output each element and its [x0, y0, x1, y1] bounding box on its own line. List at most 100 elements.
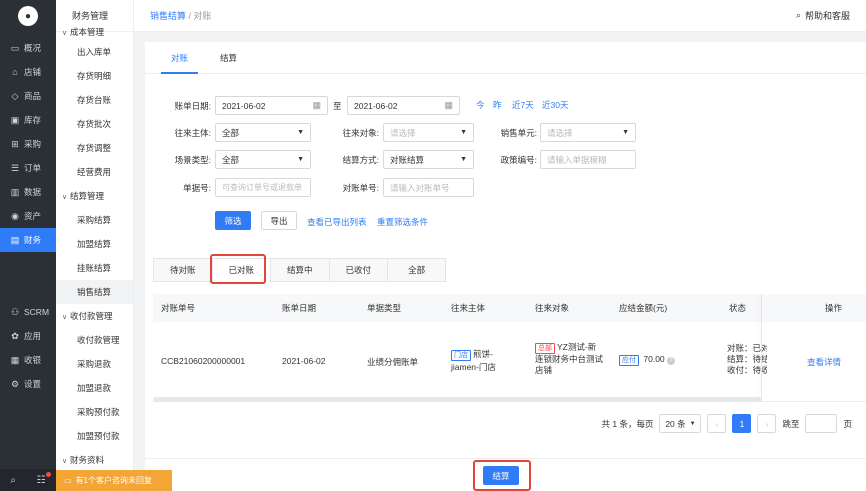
col-date: 账单日期: [282, 303, 317, 313]
reset-filter-link[interactable]: 重置筛选条件: [377, 216, 428, 228]
rail-item-warehouse[interactable]: ▣ 库存: [0, 108, 56, 132]
search-icon[interactable]: ⌕: [10, 475, 16, 486]
app-logo[interactable]: ●: [18, 6, 38, 26]
quick-today[interactable]: 今: [476, 99, 485, 111]
caret-down-icon: ▼: [297, 129, 304, 136]
status-tab-pending[interactable]: 待对账: [153, 258, 213, 282]
sidebar-item[interactable]: 挂账结算: [56, 256, 133, 280]
page-tabs: 对账 结算: [145, 42, 866, 74]
sidebar-item[interactable]: 存货调整: [56, 136, 133, 160]
sidebar-group-report[interactable]: ∨ 财务资料: [56, 448, 133, 472]
calendar-icon: ▦: [312, 100, 321, 110]
reconcile-table: 对账单号 账单日期 单据类型 往来主体 往来对象 应结金额(元) 状态 操作 C…: [153, 294, 866, 402]
store-icon: ⌂: [12, 67, 18, 77]
chevron-down-icon: ∨: [62, 194, 68, 201]
sidebar-item[interactable]: 销售结算: [56, 280, 133, 304]
scrm-icon: ⚇: [10, 306, 20, 317]
purchase-icon: ⊞: [11, 138, 19, 149]
help-button[interactable]: ⌕ 帮助和客服: [796, 9, 850, 22]
rail-item-cashier[interactable]: ▦ 收银: [0, 348, 56, 372]
recon-input[interactable]: 请输入对账单号: [383, 178, 474, 197]
rail-item-order[interactable]: ☰ 订单: [0, 156, 56, 180]
status-tab-settling[interactable]: 结算中: [270, 258, 330, 282]
row-type: 业绩分佣账单: [367, 357, 419, 367]
prev-page-button[interactable]: ‹: [707, 414, 727, 433]
recon-label: 对账单号:: [342, 183, 379, 193]
page-1-button[interactable]: 1: [732, 414, 752, 433]
status-tab-paid[interactable]: 已收付: [328, 258, 389, 282]
sidebar-item[interactable]: 加盟结算: [56, 232, 133, 256]
cashier-icon: ▦: [10, 354, 20, 365]
unit-label: 销售单元:: [500, 128, 537, 138]
rail-item-data[interactable]: ▥ 数据: [0, 180, 56, 204]
sidebar-item[interactable]: 加盟退款: [56, 376, 133, 400]
overview-icon: ▭: [10, 42, 20, 53]
sidebar-item[interactable]: 加盟预付款: [56, 424, 133, 448]
filter-button[interactable]: 筛选: [215, 211, 251, 230]
sidebar-group-payment[interactable]: ∨ 收付款管理: [56, 304, 133, 328]
chat-icon[interactable]: ☷: [37, 475, 46, 486]
rail-item-asset[interactable]: ◉ 资产: [0, 204, 56, 228]
sidebar-item[interactable]: 采购退款: [56, 352, 133, 376]
customer-notification[interactable]: ▭ 有1个客户咨询未回复: [56, 470, 172, 491]
target-select[interactable]: 请选择 ▼: [383, 123, 474, 142]
sidebar-group-cost[interactable]: ∨ 成本管理: [56, 24, 133, 40]
rail-item-apps[interactable]: ✿ 应用: [0, 324, 56, 348]
breadcrumb: 销售结算 / 对账: [150, 11, 212, 21]
policy-input[interactable]: 请输入单据模糊: [540, 150, 636, 169]
chevron-down-icon: ∨: [62, 314, 68, 321]
rail-item-store[interactable]: ⌂ 店铺: [0, 60, 56, 84]
tab-settle[interactable]: 结算: [204, 42, 253, 73]
quick-yesterday[interactable]: 昨: [493, 99, 502, 111]
settings-icon: ⚙: [10, 378, 20, 389]
pager-total: 共 1 条，每页: [601, 418, 654, 429]
method-select[interactable]: 对账结算 ▼: [383, 150, 474, 169]
subject-label: 往来主体:: [174, 128, 211, 138]
rail-item-finance[interactable]: ▤ 财务: [0, 228, 56, 252]
rail-item-scrm[interactable]: ⚇ SCRM: [0, 300, 56, 324]
data-icon: ▥: [10, 186, 20, 197]
table-scrollbar[interactable]: [153, 397, 761, 402]
sidebar-item[interactable]: 存货明细: [56, 64, 133, 88]
rail-item-tag[interactable]: ◇ 商品: [0, 84, 56, 108]
chevron-down-icon: ∨: [62, 30, 68, 37]
sidebar-item[interactable]: 出入库单: [56, 40, 133, 64]
finance-icon: ▤: [10, 234, 20, 245]
goto-page-input[interactable]: [805, 414, 838, 433]
sidebar-group-settlement[interactable]: ∨ 结算管理: [56, 184, 133, 208]
rail-item-purchase[interactable]: ⊞ 采购: [0, 132, 56, 156]
rail-item-settings[interactable]: ⚙ 设置: [0, 372, 56, 396]
quick-7days[interactable]: 近7天: [512, 99, 534, 111]
sidebar-item[interactable]: 存货台账: [56, 88, 133, 112]
row-no: CCB21060200000001: [161, 356, 246, 366]
breadcrumb-sales-settlement[interactable]: 销售结算: [150, 11, 186, 21]
row-subject: 门店 煎饼- jiamen-门店: [451, 349, 496, 372]
sidebar-item[interactable]: 收付款管理: [56, 328, 133, 352]
info-icon[interactable]: ?: [667, 357, 676, 365]
asset-icon: ◉: [11, 210, 19, 221]
sidebar-item[interactable]: 存货批次: [56, 112, 133, 136]
scene-select[interactable]: 全部 ▼: [215, 150, 311, 169]
calendar-icon: ▦: [444, 100, 453, 110]
doc-input[interactable]: 可查询订单号或退款单: [215, 178, 311, 197]
tab-reconcile[interactable]: 对账: [155, 42, 204, 74]
date-to-input[interactable]: 2021-06-02 ▦: [347, 96, 460, 115]
status-tab-all[interactable]: 全部: [387, 258, 447, 282]
subject-select[interactable]: 全部 ▼: [215, 123, 311, 142]
date-from-input[interactable]: 2021-06-02 ▦: [215, 96, 328, 115]
view-exported-link[interactable]: 查看已导出列表: [307, 216, 367, 228]
rail-item-label: 店铺: [24, 67, 42, 77]
next-page-button[interactable]: ›: [757, 414, 777, 433]
quick-30days[interactable]: 近30天: [542, 99, 568, 111]
rail-item-label: 应用: [24, 331, 42, 341]
apps-icon: ✿: [11, 330, 19, 341]
sidebar-item[interactable]: 采购结算: [56, 208, 133, 232]
rail-item-overview[interactable]: ▭ 概况: [0, 36, 56, 60]
sidebar-item[interactable]: 经营费用: [56, 160, 133, 184]
export-button[interactable]: 导出: [261, 211, 297, 230]
unit-select[interactable]: 请选择 ▼: [540, 123, 636, 142]
page-size-select[interactable]: 20 条 ▼: [659, 414, 702, 433]
sidebar-item[interactable]: 采购预付款: [56, 400, 133, 424]
view-detail-link[interactable]: 查看详情: [807, 356, 841, 368]
doc-label: 单据号:: [183, 183, 211, 193]
